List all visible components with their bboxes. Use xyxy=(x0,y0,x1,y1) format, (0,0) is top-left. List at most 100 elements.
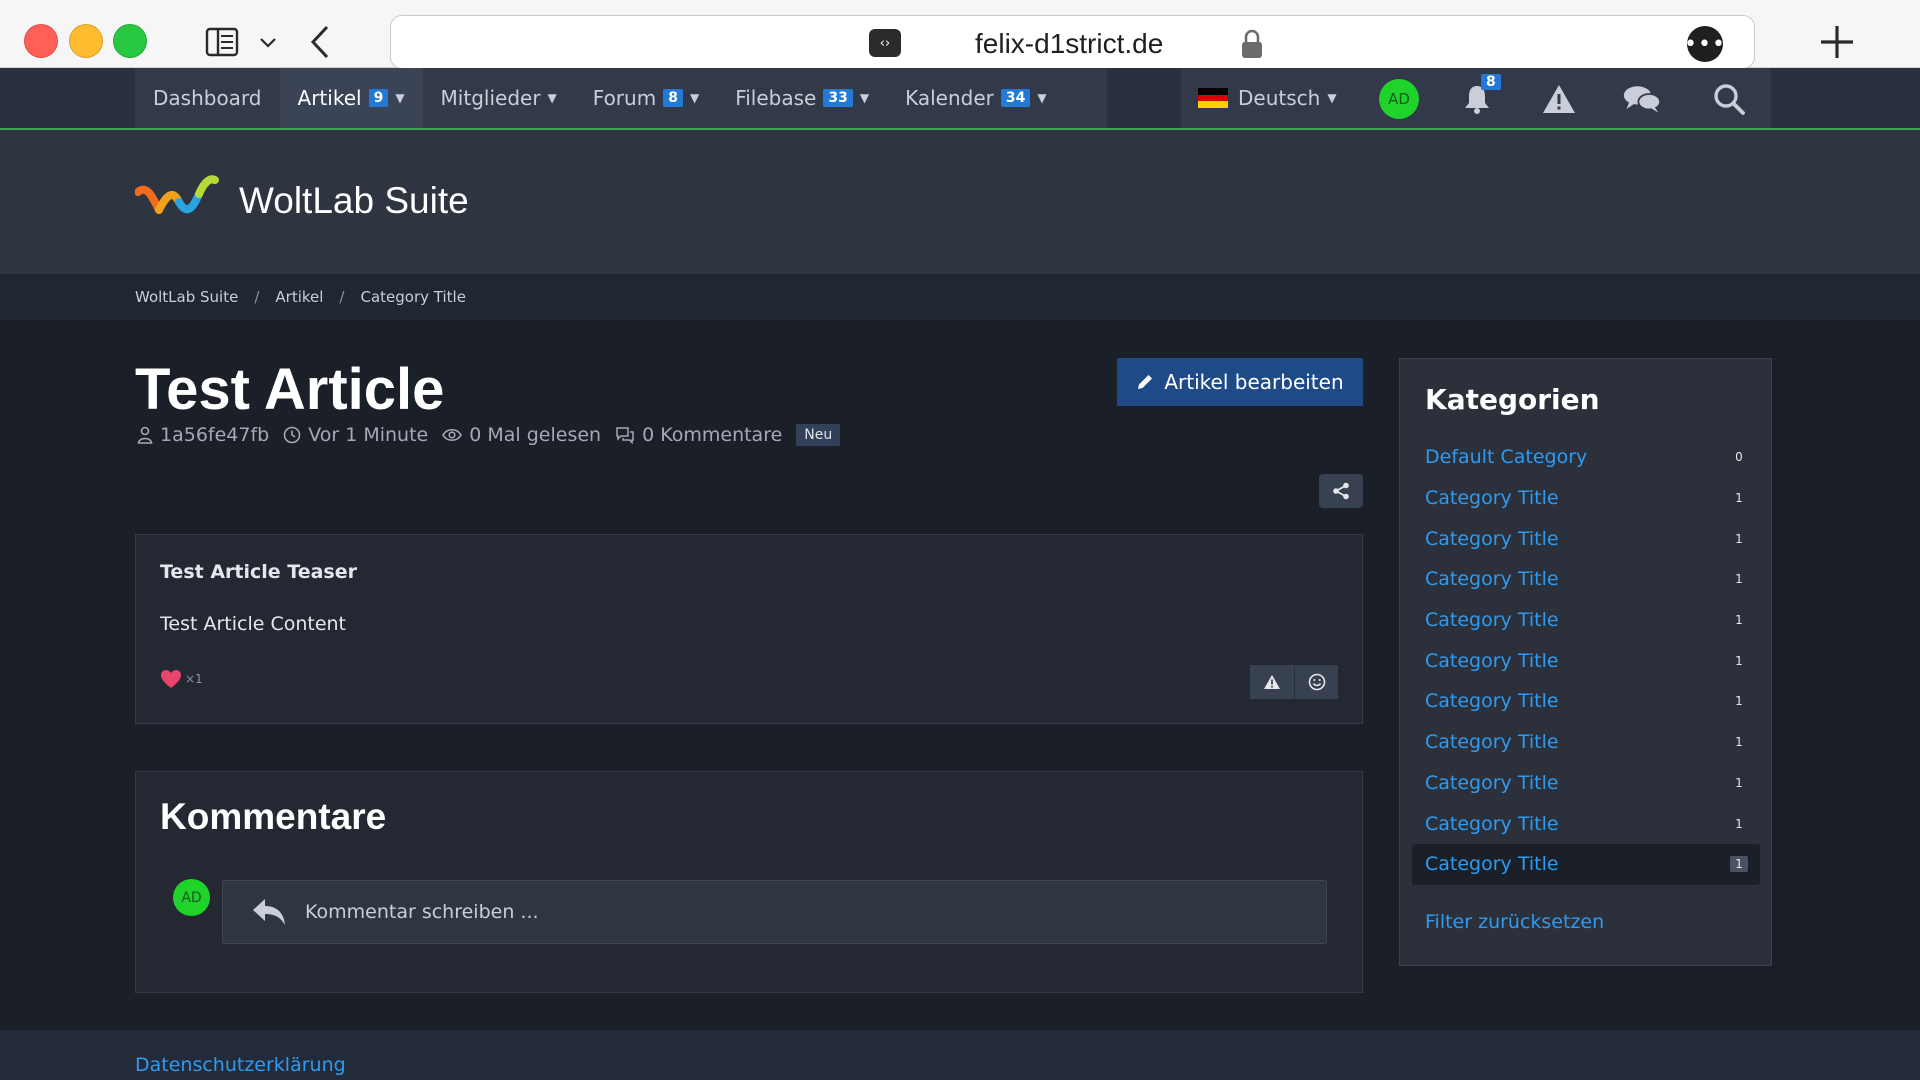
nav-item-label: Forum xyxy=(592,86,657,110)
page-title: Test Article xyxy=(135,357,445,422)
user-panel: Deutsch ▼ AD 8 xyxy=(1181,68,1771,128)
caret-down-icon: ▼ xyxy=(395,91,405,105)
article-time: Vor 1 Minute xyxy=(308,424,429,446)
category-item[interactable]: Category Title 1 xyxy=(1412,600,1760,641)
woltlab-logo-icon[interactable] xyxy=(134,172,220,224)
main-navigation: Dashboard Artikel 9 ▼ Mitglieder ▼ Forum 8 ▼ File… xyxy=(0,68,1920,130)
category-item[interactable]: Category Title 1 xyxy=(1412,763,1760,804)
caret-down-icon: ▼ xyxy=(1037,91,1047,105)
avatar: AD xyxy=(173,879,210,916)
share-button[interactable] xyxy=(1319,474,1363,508)
privacy-policy-link[interactable]: Datenschutzerklärung xyxy=(135,1054,346,1076)
share-icon xyxy=(1333,482,1349,500)
nav-item-label: Mitglieder xyxy=(440,86,541,110)
nav-item-filebase[interactable]: Filebase 33 ▼ xyxy=(717,68,887,128)
caret-down-icon: ▼ xyxy=(689,91,700,105)
eye-icon xyxy=(442,428,463,442)
edit-article-button[interactable]: Artikel bearbeiten xyxy=(1117,358,1363,406)
site-footer: Datenschutzerklärung xyxy=(0,1030,1920,1080)
heart-icon xyxy=(161,670,181,688)
pencil-icon xyxy=(1138,375,1153,389)
comments-meta[interactable]: 0 Kommentare xyxy=(615,424,782,446)
caret-down-icon: ▼ xyxy=(547,91,557,105)
minimize-window-button[interactable] xyxy=(69,24,103,58)
reaction-count: ×1 xyxy=(185,672,203,686)
categories-sidebar: Kategorien Default Category 0 Category Tit… xyxy=(1399,358,1772,966)
category-item[interactable]: Category Title 1 xyxy=(1412,559,1760,600)
category-label: Category Title xyxy=(1425,690,1559,713)
category-item[interactable]: Category Title 1 xyxy=(1412,681,1760,722)
category-item[interactable]: Category Title 1 xyxy=(1412,803,1760,844)
time-meta: Vor 1 Minute xyxy=(283,424,428,446)
category-item[interactable]: Category Title 1 xyxy=(1412,843,1760,885)
nav-item-label: Dashboard xyxy=(153,86,262,110)
article-actions xyxy=(1250,665,1338,699)
category-count: 1 xyxy=(1735,491,1743,506)
category-item[interactable]: Category Title 1 xyxy=(1412,722,1760,763)
warning-icon xyxy=(1264,675,1280,689)
category-count: 1 xyxy=(1735,816,1743,831)
language-selector[interactable]: Deutsch ▼ xyxy=(1198,68,1337,128)
notification-badge: 8 xyxy=(1481,74,1501,90)
category-item[interactable]: Default Category 0 xyxy=(1412,437,1760,478)
nav-count-badge: 34 xyxy=(1000,89,1031,107)
new-tab-plus-icon[interactable] xyxy=(1817,20,1857,64)
category-label: Category Title xyxy=(1425,649,1559,672)
nav-item-artikel[interactable]: Artikel 9 ▼ xyxy=(279,68,423,128)
author-name: 1a56fe47fb xyxy=(160,424,270,446)
caret-down-icon: ▼ xyxy=(1327,91,1337,105)
nav-count-badge: 33 xyxy=(823,89,853,107)
breadcrumb-item[interactable]: Artikel xyxy=(275,288,323,306)
nav-item-mitglieder[interactable]: Mitglieder ▼ xyxy=(423,68,575,128)
site-logo-text[interactable]: WoltLab Suite xyxy=(239,180,469,222)
back-arrow-icon[interactable] xyxy=(305,22,335,62)
clock-icon xyxy=(283,426,301,444)
category-label: Category Title xyxy=(1425,487,1559,510)
new-badge: Neu xyxy=(796,424,841,446)
breadcrumb-item[interactable]: Category Title xyxy=(360,288,465,306)
nav-item-kalender[interactable]: Kalender 34 ▼ xyxy=(887,68,1065,128)
category-label: Category Title xyxy=(1425,853,1559,876)
comment-input[interactable]: Kommentar schreiben ... xyxy=(222,880,1327,944)
category-count: 1 xyxy=(1735,775,1743,790)
german-flag-icon xyxy=(1198,88,1228,109)
category-count: 1 xyxy=(1730,856,1748,873)
nav-item-dashboard[interactable]: Dashboard xyxy=(135,68,280,128)
search-icon[interactable] xyxy=(1709,80,1749,118)
maximize-window-button[interactable] xyxy=(113,24,147,58)
edit-article-label: Artikel bearbeiten xyxy=(1164,370,1344,394)
address-bar[interactable]: ‹› felix-d1strict.de ••• xyxy=(390,15,1755,69)
nav-item-label: Kalender xyxy=(905,86,994,110)
breadcrumb-item[interactable]: WoltLab Suite xyxy=(135,288,238,306)
views-meta: 0 Mal gelesen xyxy=(442,424,601,446)
comment-count: 0 Kommentare xyxy=(642,424,783,446)
article-body: Test Article Teaser Test Article Content… xyxy=(135,534,1363,724)
category-count: 1 xyxy=(1735,735,1743,750)
code-icon: ‹› xyxy=(869,29,901,57)
article-content: Test Article Content xyxy=(160,613,347,635)
nav-item-forum[interactable]: Forum 8 ▼ xyxy=(575,68,717,128)
category-count: 1 xyxy=(1735,653,1743,668)
chevron-down-icon[interactable] xyxy=(258,30,278,54)
category-item[interactable]: Category Title 1 xyxy=(1412,640,1760,681)
sidebar-toggle-icon[interactable] xyxy=(204,24,240,60)
conversations-icon[interactable] xyxy=(1622,80,1662,118)
warning-icon[interactable] xyxy=(1539,80,1579,118)
category-item[interactable]: Category Title 1 xyxy=(1412,478,1760,519)
category-count: 1 xyxy=(1735,572,1743,587)
breadcrumb: WoltLab Suite / Artikel / Category Title xyxy=(0,274,1920,320)
reaction-summary[interactable]: ×1 xyxy=(160,669,203,689)
react-button[interactable] xyxy=(1294,665,1338,699)
category-count: 0 xyxy=(1735,450,1743,465)
category-count: 1 xyxy=(1735,613,1743,628)
category-label: Category Title xyxy=(1425,771,1559,794)
category-label: Category Title xyxy=(1425,731,1559,754)
more-options-icon[interactable]: ••• xyxy=(1684,26,1725,62)
author-meta[interactable]: 1a56fe47fb xyxy=(137,424,269,446)
reset-filter-link[interactable]: Filter zurücksetzen xyxy=(1425,911,1604,933)
category-label: Category Title xyxy=(1425,609,1559,632)
user-avatar[interactable]: AD xyxy=(1379,79,1419,119)
report-button[interactable] xyxy=(1250,665,1294,699)
close-window-button[interactable] xyxy=(24,24,58,58)
category-item[interactable]: Category Title 1 xyxy=(1412,518,1760,559)
